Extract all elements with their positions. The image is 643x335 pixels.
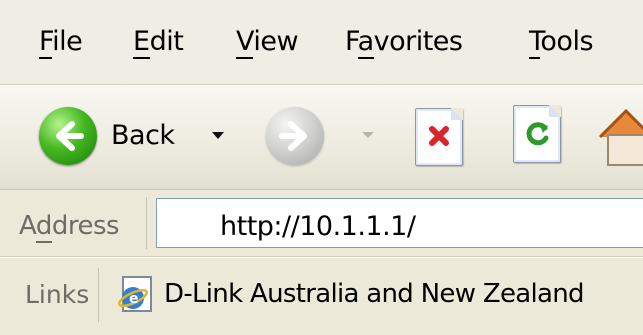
refresh-button[interactable] [513,105,561,163]
back-arrow-icon [39,107,97,165]
address-label: Address [19,211,120,243]
back-button[interactable]: Back [33,103,203,167]
address-separator [146,197,147,249]
standard-toolbar: Back [0,85,643,190]
forward-arrow-icon[interactable] [266,107,324,165]
back-history-dropdown-icon[interactable] [212,132,224,139]
links-separator [98,268,99,322]
links-label: Links [25,280,90,309]
menu-view[interactable]: View [236,26,299,59]
address-url: http://10.1.1.1/ [220,211,416,242]
svg-text:e: e [129,291,139,307]
address-bar: Address http://10.1.1.1/ [0,190,643,257]
links-bar: Links e D-Link Australia and New Zealand [0,257,643,335]
forward-history-dropdown-icon[interactable] [362,132,374,138]
menu-file[interactable]: File [39,26,83,59]
link-dlink[interactable]: D-Link Australia and New Zealand [164,279,585,309]
stop-icon [429,126,449,146]
page-fold [451,108,463,120]
ie-page-icon: e [117,276,152,312]
menu-edit[interactable]: Edit [133,26,184,59]
home-button[interactable] [596,101,643,171]
address-input[interactable]: http://10.1.1.1/ [156,198,643,248]
refresh-icon [526,122,549,146]
home-icon [598,108,643,166]
stop-button[interactable] [415,108,463,166]
back-label: Back [111,120,175,151]
menu-bar: File Edit View Favorites Tools [0,0,643,85]
page-fold [549,105,561,117]
menu-favorites[interactable]: Favorites [345,26,463,59]
menu-tools[interactable]: Tools [529,26,594,59]
browser-chrome: File Edit View Favorites Tools Back Addr… [0,0,643,335]
